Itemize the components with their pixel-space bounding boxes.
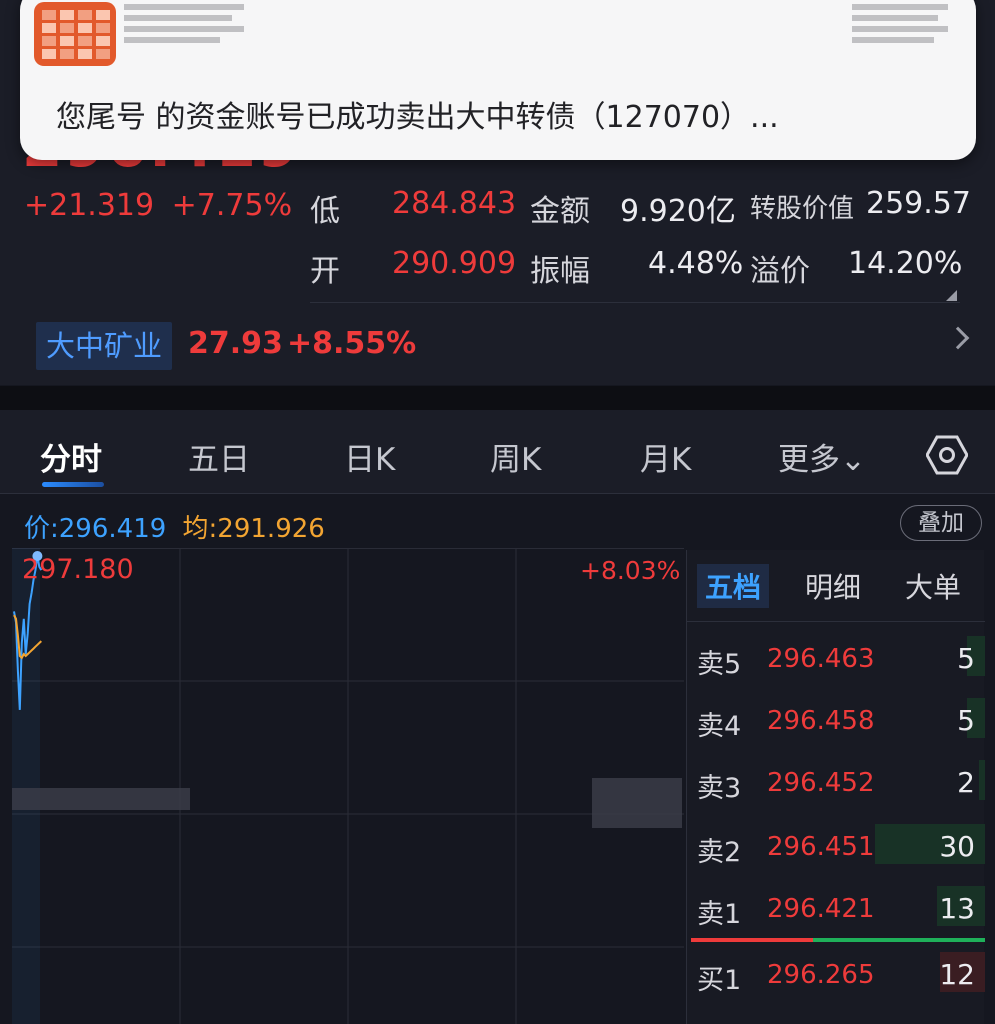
overlay-button[interactable]: 叠加	[900, 505, 982, 541]
order-book-row[interactable]: 卖4 296.458 5	[687, 696, 985, 748]
underlying-stock-row[interactable]: 大中矿业 27.93 +8.55%	[0, 316, 995, 372]
order-price: 296.421	[767, 894, 875, 924]
order-book: 五档 明细 大单 卖5 296.463 5 卖4 296.458 5 卖3 296.452 2 卖…	[686, 550, 985, 1024]
amount-label: 金额	[530, 194, 590, 229]
settings-hexagon-icon[interactable]	[926, 434, 968, 476]
expand-corner-icon[interactable]	[946, 290, 957, 301]
chart-price-readout: 价:296.419 均:291.926	[24, 508, 325, 545]
chart-grid	[12, 548, 684, 1024]
order-volume: 12	[939, 958, 975, 991]
order-side: 卖3	[697, 773, 742, 804]
order-price: 296.451	[767, 832, 875, 862]
chart-high-pct-label: +8.03%	[580, 556, 681, 585]
open-label: 开	[310, 254, 340, 289]
order-side: 卖2	[697, 837, 742, 868]
change-percent: +7.75%	[171, 188, 293, 223]
tab-more[interactable]: 更多⌄	[778, 434, 866, 479]
tab-large-orders[interactable]: 大单	[905, 566, 961, 606]
amplitude-label: 振幅	[530, 254, 590, 289]
order-book-row[interactable]: 卖2 296.451 30	[687, 822, 985, 874]
chevron-right-icon[interactable]	[946, 326, 970, 350]
change-absolute: +21.319	[24, 188, 155, 223]
tab-daily-k[interactable]: 日K	[344, 434, 395, 479]
volume-bar	[979, 760, 985, 800]
order-book-row[interactable]: 卖3 296.452 2	[687, 758, 985, 810]
low-label: 低	[310, 194, 340, 229]
order-side: 卖1	[697, 899, 742, 930]
intraday-chart[interactable]	[12, 548, 684, 1024]
underlying-stock-name[interactable]: 大中矿业	[36, 322, 173, 370]
chart-high-label: 297.180	[22, 554, 134, 585]
tab-detail[interactable]: 明细	[805, 566, 861, 606]
bid-ask-ratio-bar	[691, 938, 985, 942]
order-book-row[interactable]: 卖1 296.421 13	[687, 884, 985, 936]
tab-five-level[interactable]: 五档	[697, 564, 770, 608]
low-value: 284.843	[392, 186, 517, 221]
underlying-stock-pct: +8.55%	[287, 326, 417, 361]
section-gap	[0, 386, 995, 410]
notification-meta-left	[124, 4, 244, 58]
tab-intraday[interactable]: 分时	[40, 434, 102, 479]
order-price: 296.265	[767, 960, 875, 990]
stats-divider	[310, 302, 960, 303]
price-change: +21.319 +7.75%	[24, 188, 292, 223]
active-tab-indicator	[42, 482, 104, 487]
order-side: 卖4	[697, 711, 742, 742]
order-book-row[interactable]: 卖5 296.463 5	[687, 634, 985, 686]
conversion-value: 259.57	[866, 186, 971, 221]
amount-value: 9.920亿	[620, 194, 736, 229]
order-price: 296.463	[767, 644, 875, 674]
open-value: 290.909	[392, 246, 517, 281]
order-book-tabs: 五档 明细 大单	[687, 550, 985, 622]
order-side: 卖5	[697, 649, 742, 680]
app-logo-icon	[34, 2, 116, 66]
notification-text: 您尾号 的资金账号已成功卖出大中转债（127070）...	[56, 100, 779, 135]
order-volume: 5	[957, 642, 975, 675]
period-tabs: 分时 五日 日K 周K 月K 更多⌄	[0, 410, 995, 494]
tab-monthly-k[interactable]: 月K	[640, 434, 691, 479]
chart-blur-left	[12, 778, 682, 828]
conversion-value-label: 转股价值	[750, 194, 855, 224]
notification-meta-right	[852, 4, 948, 58]
tab-five-day[interactable]: 五日	[188, 434, 250, 479]
premium-value: 14.20%	[848, 246, 963, 281]
order-volume: 13	[939, 892, 975, 925]
trade-notification[interactable]: 您尾号 的资金账号已成功卖出大中转债（127070）...	[20, 0, 976, 160]
current-price-readout: 价:296.419	[24, 514, 167, 544]
order-volume: 30	[939, 830, 975, 863]
order-side: 买1	[697, 965, 742, 996]
underlying-stock-price: 27.93	[188, 326, 283, 361]
order-volume: 5	[957, 704, 975, 737]
order-price: 296.452	[767, 768, 875, 798]
order-volume: 2	[957, 766, 975, 799]
amplitude-value: 4.48%	[648, 246, 744, 281]
order-book-row[interactable]: 买1 296.265 12	[687, 950, 985, 1002]
premium-label: 溢价	[750, 254, 810, 289]
tab-weekly-k[interactable]: 周K	[490, 434, 541, 479]
average-price-readout: 均:291.926	[182, 514, 325, 544]
order-price: 296.458	[767, 706, 875, 736]
